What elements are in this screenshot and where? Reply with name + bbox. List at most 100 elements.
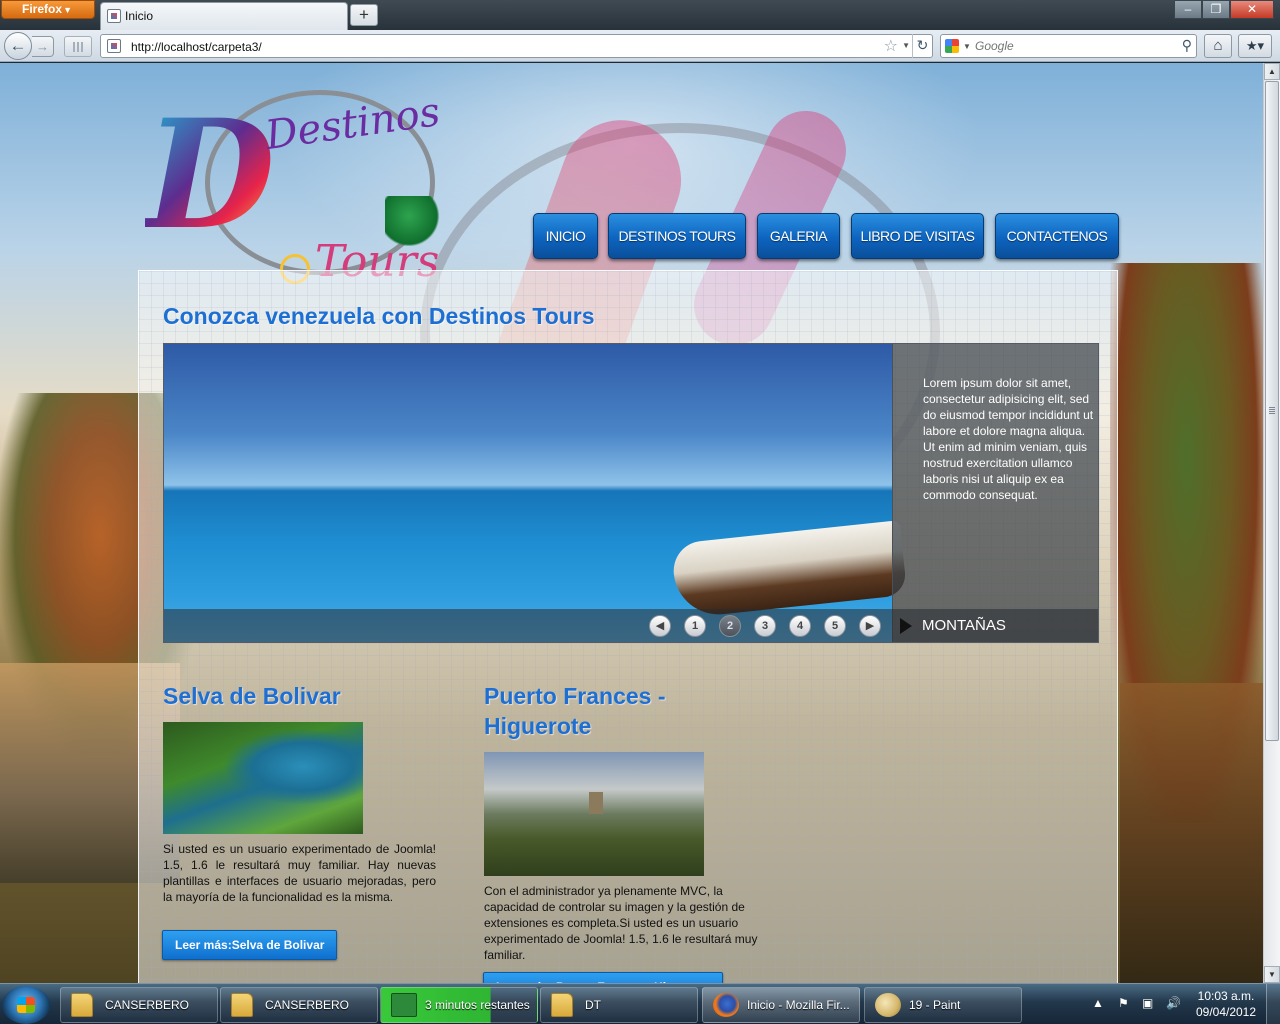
- system-tray: ▲ ⚑ ▣ 🔊: [1086, 987, 1196, 1023]
- feed-icon[interactable]: [64, 36, 92, 57]
- start-button[interactable]: [2, 986, 50, 1024]
- boat-image: [670, 520, 908, 619]
- scroll-up-icon[interactable]: ▲: [1264, 63, 1280, 80]
- clock-date: 09/04/2012: [1195, 1005, 1257, 1019]
- network-icon[interactable]: ⚑: [1118, 996, 1129, 1010]
- forward-button[interactable]: →: [32, 36, 54, 57]
- bookmark-star-icon[interactable]: ☆: [884, 36, 898, 56]
- slide-description-panel: Lorem ipsum dolor sit amet, consectetur …: [892, 344, 1098, 642]
- taskbar-item-copy-progress[interactable]: 3 minutos restantes: [380, 987, 538, 1023]
- firefox-icon: [713, 993, 739, 1017]
- taskbar-item-label: CANSERBERO: [265, 998, 350, 1012]
- chevron-down-icon: ▼: [63, 5, 72, 15]
- reload-icon[interactable]: ↻: [912, 34, 932, 58]
- taskbar-item-label: Inicio - Mozilla Fir...: [747, 998, 850, 1012]
- navigation-toolbar: ← → http://localhost/carpeta3/ ☆ ▼ ↻ ▼ ⚲…: [0, 30, 1280, 62]
- taskbar-item-label: 3 minutos restantes: [425, 998, 530, 1012]
- image-slider: Lorem ipsum dolor sit amet, consectetur …: [163, 343, 1099, 643]
- taskbar-item-paint[interactable]: 19 - Paint: [864, 987, 1022, 1023]
- site-logo[interactable]: D Destinos Tours: [145, 86, 455, 301]
- menu-item-galeria[interactable]: GALERIA: [757, 213, 840, 259]
- menu-item-contactenos[interactable]: CONTACTENOS: [995, 213, 1119, 259]
- google-icon[interactable]: [945, 39, 959, 53]
- action-center-icon[interactable]: ▣: [1142, 996, 1153, 1010]
- article-title-selva-de-bolivar[interactable]: Selva de Bolivar: [163, 681, 453, 711]
- restore-icon[interactable]: ❐: [1202, 0, 1230, 19]
- article-image-selva-de-bolivar: [163, 722, 363, 834]
- slide-image-sea[interactable]: [164, 344, 908, 642]
- scrollbar-thumb[interactable]: [1265, 81, 1279, 741]
- home-button[interactable]: ⌂: [1204, 34, 1232, 58]
- vertical-scrollbar[interactable]: ▲ ▼: [1263, 63, 1280, 983]
- taskbar-item-label: CANSERBERO: [105, 998, 190, 1012]
- new-tab-button[interactable]: +: [350, 4, 378, 26]
- logo-letter-d: D: [145, 87, 276, 263]
- taskbar-item-canserbero[interactable]: CANSERBERO: [220, 987, 378, 1023]
- scroll-down-icon[interactable]: ▼: [1264, 966, 1280, 983]
- slide-page-2[interactable]: 2: [719, 615, 741, 637]
- windows-taskbar: CANSERBERO CANSERBERO 3 minutos restante…: [0, 983, 1280, 1024]
- taskbar-item-canserbero[interactable]: CANSERBERO: [60, 987, 218, 1023]
- tab-title: Inicio: [125, 9, 154, 23]
- menu-item-libro-de-visitas[interactable]: LIBRO DE VISITAS: [851, 213, 984, 259]
- taskbar-item-dt[interactable]: DT: [540, 987, 698, 1023]
- site-favicon-icon: [107, 39, 121, 53]
- window-controls: – ❐ ✕: [1174, 0, 1274, 19]
- minimize-icon[interactable]: –: [1174, 0, 1202, 19]
- taskbar-item-firefox[interactable]: Inicio - Mozilla Fir...: [702, 987, 860, 1023]
- volume-icon[interactable]: 🔊: [1166, 996, 1181, 1010]
- url-dropdown-icon[interactable]: ▼: [902, 41, 910, 50]
- article-text: Si usted es un usuario experimentado de …: [163, 842, 436, 904]
- bookmarks-icon: ★▾: [1245, 38, 1265, 53]
- system-clock[interactable]: 10:03 a.m. 09/04/2012: [1190, 988, 1262, 1020]
- main-content: Conozca venezuela con Destinos Tours Lor…: [138, 270, 1118, 983]
- bookmarks-button[interactable]: ★▾: [1238, 34, 1272, 58]
- taskbar-item-label: DT: [585, 998, 601, 1012]
- close-icon[interactable]: ✕: [1230, 0, 1274, 19]
- folder-icon: [231, 993, 253, 1017]
- background-reeds: [1120, 683, 1263, 983]
- slide-page-4[interactable]: 4: [789, 615, 811, 637]
- windows-logo-icon: [17, 997, 35, 1013]
- favicon-icon: [107, 9, 121, 23]
- url-bar[interactable]: http://localhost/carpeta3/ ☆ ▼ ↻: [100, 34, 933, 58]
- back-arrow-icon: ←: [9, 36, 27, 55]
- next-arrow-icon[interactable]: ▶: [859, 615, 881, 637]
- menu-item-destinos-tours[interactable]: DESTINOS TOURS: [608, 213, 746, 259]
- forward-arrow-icon: →: [36, 39, 49, 54]
- search-box[interactable]: ▼ ⚲: [940, 34, 1197, 58]
- clock-time: 10:03 a.m.: [1197, 989, 1255, 1003]
- article-title-puerto-frances[interactable]: Puerto Frances - Higuerote: [484, 681, 724, 741]
- firefox-menu-button[interactable]: Firefox ▼: [1, 0, 95, 19]
- folder-icon: [71, 993, 93, 1017]
- search-engine-dropdown-icon[interactable]: ▼: [963, 42, 971, 51]
- prev-arrow-icon[interactable]: ◀: [649, 615, 671, 637]
- firefox-menu-label: Firefox: [22, 2, 63, 16]
- folder-icon: [551, 993, 573, 1017]
- back-button[interactable]: ←: [4, 32, 32, 60]
- slide-page-1[interactable]: 1: [684, 615, 706, 637]
- tab-inicio[interactable]: Inicio: [100, 2, 348, 30]
- copy-progress-icon: [391, 993, 417, 1017]
- title-bar: Firefox ▼ Inicio + – ❐ ✕: [0, 0, 1280, 30]
- menu-item-inicio[interactable]: INICIO: [533, 213, 598, 259]
- show-hidden-icon[interactable]: ▲: [1092, 996, 1104, 1010]
- article-text: Con el administrador ya plenamente MVC, …: [484, 884, 758, 962]
- plus-icon: +: [359, 5, 369, 24]
- slide-page-5[interactable]: 5: [824, 615, 846, 637]
- article-image-puerto-frances: [484, 752, 704, 876]
- home-icon: ⌂: [1213, 37, 1223, 54]
- page-viewport: D Destinos Tours INICIO DESTINOS TOURS G…: [0, 63, 1263, 983]
- slide-description: Lorem ipsum dolor sit amet, consectetur …: [923, 376, 1094, 502]
- palm-tree-icon: [385, 196, 445, 246]
- search-input[interactable]: [975, 38, 1175, 54]
- paint-icon: [875, 993, 901, 1017]
- url-text[interactable]: http://localhost/carpeta3/: [131, 40, 262, 54]
- search-icon[interactable]: ⚲: [1182, 37, 1192, 54]
- show-desktop-button[interactable]: [1266, 984, 1280, 1024]
- slide-page-3[interactable]: 3: [754, 615, 776, 637]
- read-more-button[interactable]: Leer más:Selva de Bolivar: [162, 930, 338, 960]
- read-more-button[interactable]: Leer más: Puerto Frances - Higuerote: [483, 972, 724, 983]
- slide-caption: MONTAÑAS: [922, 617, 1006, 634]
- play-icon: [900, 618, 912, 634]
